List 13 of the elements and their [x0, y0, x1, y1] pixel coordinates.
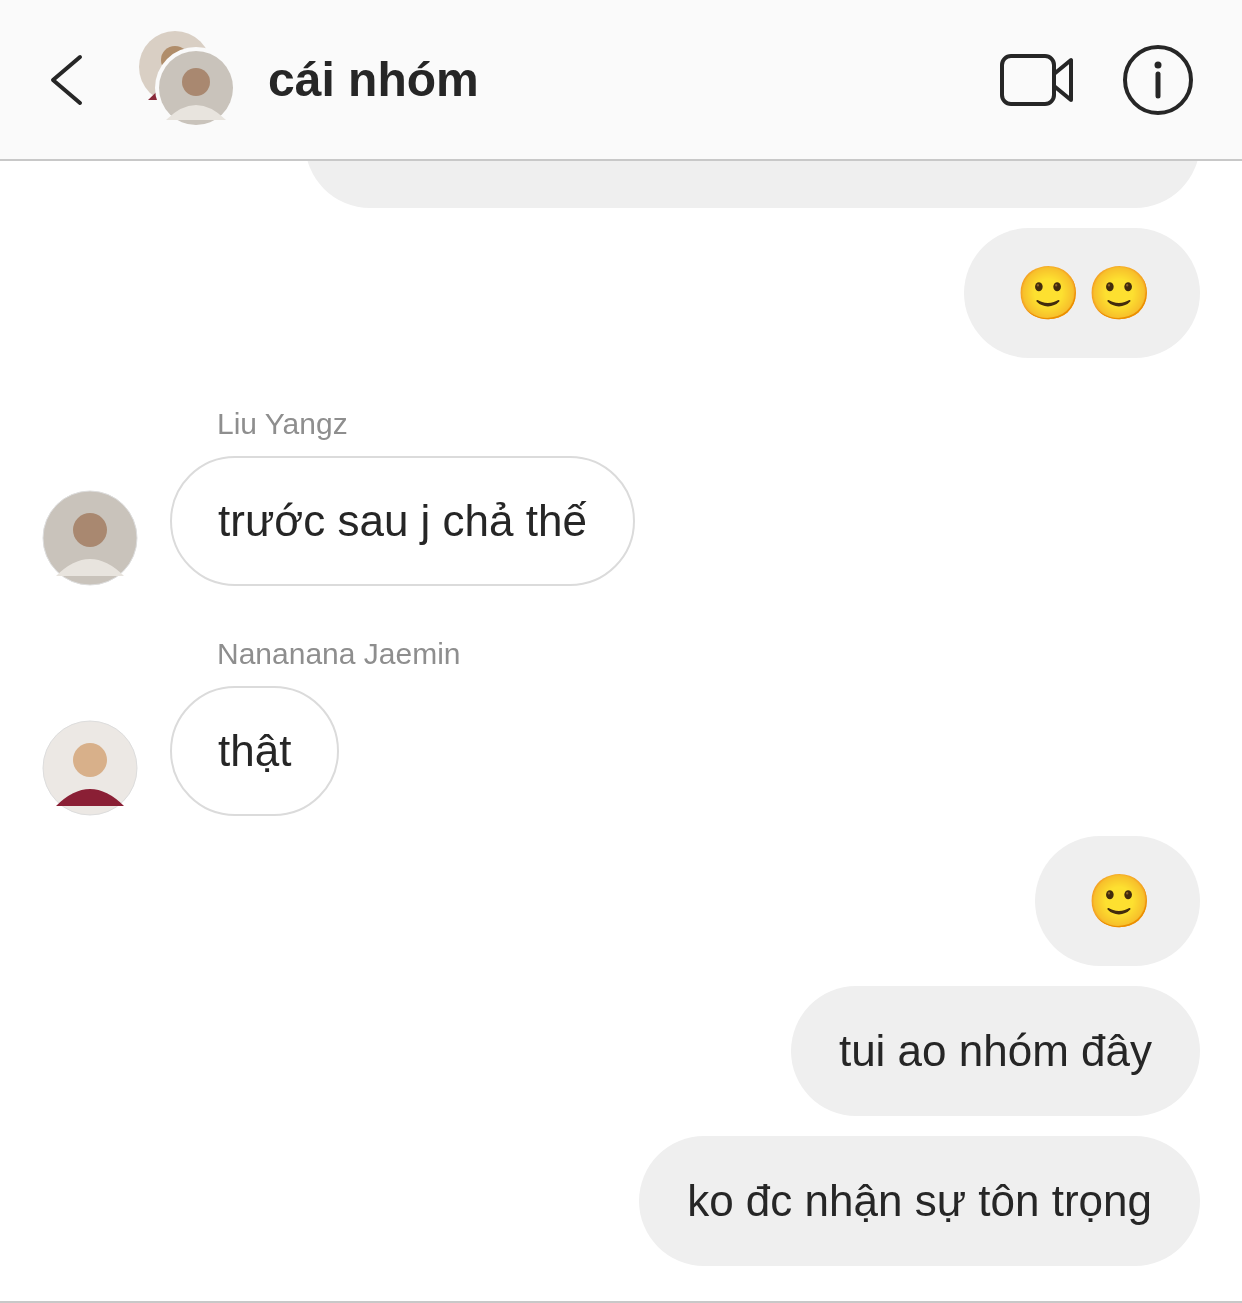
info-icon[interactable] — [1122, 43, 1194, 116]
avatar[interactable] — [42, 720, 138, 816]
emoji-message: 🙂 — [1035, 836, 1200, 966]
message-bubble: tui ao nhóm đây — [790, 986, 1200, 1116]
emoji-message: 🙂 🙂 — [963, 228, 1200, 358]
message-bubble: trước sau j chả thế — [170, 456, 635, 586]
sender-name: Liu Yangz — [217, 406, 349, 442]
video-call-icon[interactable] — [1000, 51, 1074, 108]
back-icon[interactable] — [48, 53, 84, 106]
chat-title: cái nhóm — [268, 55, 479, 104]
message-bubble: ko đc nhận sự tôn trọng — [639, 1136, 1200, 1266]
message-bubble: thật — [170, 686, 340, 816]
sender-name: Nananana Jaemin — [217, 636, 462, 672]
